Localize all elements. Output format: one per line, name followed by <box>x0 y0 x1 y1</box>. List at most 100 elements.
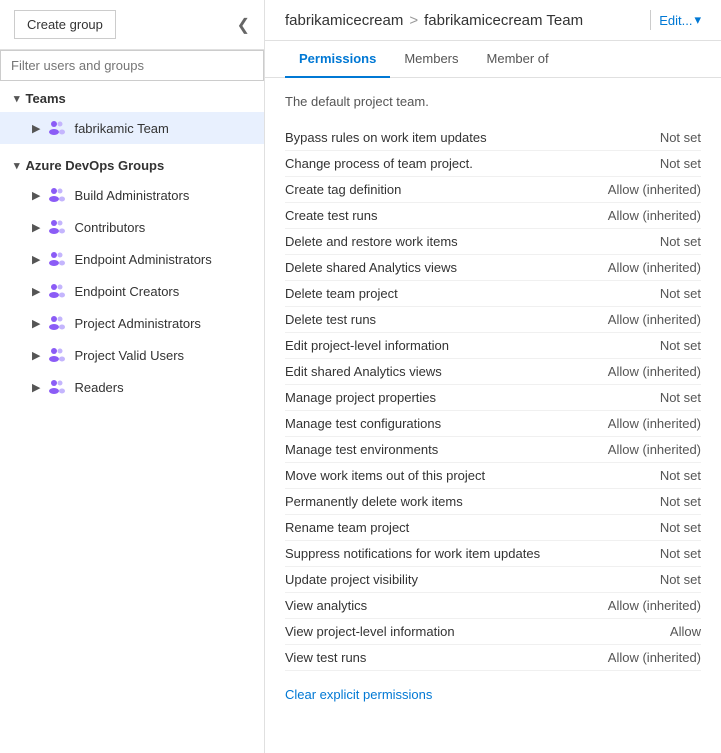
table-row: Permanently delete work items Not set <box>285 489 701 515</box>
sidebar-item-fabrikamic-team[interactable]: ▶ fabrikamic Team <box>0 112 264 144</box>
permission-value: Not set <box>571 468 701 483</box>
permission-value: Allow <box>571 624 701 639</box>
default-team-label: The default project team. <box>285 94 701 109</box>
edit-label: Edit... <box>659 13 692 28</box>
contributors-chevron-icon: ▶ <box>32 221 40 234</box>
main-content: fabrikamicecream > fabrikamicecream Team… <box>265 0 721 753</box>
permissions-table: Bypass rules on work item updates Not se… <box>285 125 701 671</box>
table-row: Move work items out of this project Not … <box>285 463 701 489</box>
permission-value: Not set <box>571 546 701 561</box>
project-valid-users-icon <box>46 345 66 365</box>
permission-value: Allow (inherited) <box>571 260 701 275</box>
permission-name: View analytics <box>285 598 571 613</box>
permission-name: Create test runs <box>285 208 571 223</box>
permission-value: Not set <box>571 390 701 405</box>
table-row: Change process of team project. Not set <box>285 151 701 177</box>
clear-permissions-link[interactable]: Clear explicit permissions <box>285 687 432 702</box>
endpoint-admins-chevron-icon: ▶ <box>32 253 40 266</box>
tab-members[interactable]: Members <box>390 41 472 78</box>
permission-value: Not set <box>571 130 701 145</box>
sidebar-item-project-administrators[interactable]: ▶ Project Administrators <box>0 307 264 339</box>
project-admins-chevron-icon: ▶ <box>32 317 40 330</box>
permission-value: Allow (inherited) <box>571 416 701 431</box>
breadcrumb-team: fabrikamicecream Team <box>424 12 583 29</box>
permission-name: View project-level information <box>285 624 571 639</box>
header-actions: Edit... ▾ <box>642 10 701 30</box>
table-row: Bypass rules on work item updates Not se… <box>285 125 701 151</box>
permission-value: Not set <box>571 156 701 171</box>
teams-section-header[interactable]: ▾ Teams <box>0 85 264 112</box>
sidebar: Create group ❮ ▾ Teams ▶ fabrikamic Team <box>0 0 265 753</box>
permission-name: Delete shared Analytics views <box>285 260 571 275</box>
contributors-label: Contributors <box>74 220 145 235</box>
permission-value: Not set <box>571 286 701 301</box>
permission-name: Edit shared Analytics views <box>285 364 571 379</box>
azure-devops-section-header[interactable]: ▾ Azure DevOps Groups <box>0 152 264 179</box>
sidebar-item-endpoint-administrators[interactable]: ▶ Endpoint Administrators <box>0 243 264 275</box>
project-admins-icon <box>46 313 66 333</box>
permissions-content: The default project team. Bypass rules o… <box>265 78 721 753</box>
build-admins-icon <box>46 185 66 205</box>
table-row: Manage project properties Not set <box>285 385 701 411</box>
permission-name: Manage project properties <box>285 390 571 405</box>
readers-icon <box>46 377 66 397</box>
table-row: Update project visibility Not set <box>285 567 701 593</box>
table-row: Edit shared Analytics views Allow (inher… <box>285 359 701 385</box>
permission-name: Bypass rules on work item updates <box>285 130 571 145</box>
filter-input[interactable] <box>0 50 264 81</box>
table-row: Create test runs Allow (inherited) <box>285 203 701 229</box>
project-admins-label: Project Administrators <box>74 316 200 331</box>
tabs-container: Permissions Members Member of <box>265 41 721 78</box>
permission-name: Delete test runs <box>285 312 571 327</box>
breadcrumb-org: fabrikamicecream <box>285 12 403 29</box>
permission-value: Allow (inherited) <box>571 208 701 223</box>
permission-value: Allow (inherited) <box>571 442 701 457</box>
tab-permissions[interactable]: Permissions <box>285 41 390 78</box>
permission-value: Not set <box>571 520 701 535</box>
permission-name: Rename team project <box>285 520 571 535</box>
permission-name: Manage test environments <box>285 442 571 457</box>
permission-value: Not set <box>571 234 701 249</box>
tab-member-of[interactable]: Member of <box>473 41 563 78</box>
project-valid-users-label: Project Valid Users <box>74 348 184 363</box>
teams-section-label: Teams <box>26 91 66 106</box>
sidebar-item-contributors[interactable]: ▶ Contributors <box>0 211 264 243</box>
project-valid-users-chevron-icon: ▶ <box>32 349 40 362</box>
permission-name: Update project visibility <box>285 572 571 587</box>
endpoint-creators-chevron-icon: ▶ <box>32 285 40 298</box>
permission-value: Allow (inherited) <box>571 364 701 379</box>
permission-name: View test runs <box>285 650 571 665</box>
teams-chevron-icon: ▾ <box>14 92 20 105</box>
table-row: Delete and restore work items Not set <box>285 229 701 255</box>
permission-name: Delete team project <box>285 286 571 301</box>
sidebar-item-endpoint-creators[interactable]: ▶ Endpoint Creators <box>0 275 264 307</box>
table-row: Delete team project Not set <box>285 281 701 307</box>
table-row: Suppress notifications for work item upd… <box>285 541 701 567</box>
build-admins-chevron-icon: ▶ <box>32 189 40 202</box>
permission-name: Create tag definition <box>285 182 571 197</box>
permission-value: Not set <box>571 338 701 353</box>
sidebar-item-readers[interactable]: ▶ Readers <box>0 371 264 403</box>
azure-devops-section-label: Azure DevOps Groups <box>26 158 165 173</box>
table-row: View analytics Allow (inherited) <box>285 593 701 619</box>
filter-container <box>0 50 264 81</box>
readers-chevron-icon: ▶ <box>32 381 40 394</box>
sidebar-item-project-valid-users[interactable]: ▶ Project Valid Users <box>0 339 264 371</box>
create-group-button[interactable]: Create group <box>14 10 116 39</box>
table-row: Rename team project Not set <box>285 515 701 541</box>
sidebar-header: Create group ❮ <box>0 0 264 50</box>
sidebar-item-build-administrators[interactable]: ▶ Build Administrators <box>0 179 264 211</box>
team-item-label: fabrikamic Team <box>74 121 168 136</box>
azure-section-chevron-icon: ▾ <box>14 159 20 172</box>
table-row: Create tag definition Allow (inherited) <box>285 177 701 203</box>
table-row: Manage test environments Allow (inherite… <box>285 437 701 463</box>
collapse-icon[interactable]: ❮ <box>233 11 254 39</box>
teams-section: ▾ Teams ▶ fabrikamic Team <box>0 81 264 148</box>
endpoint-admins-label: Endpoint Administrators <box>74 252 211 267</box>
main-header: fabrikamicecream > fabrikamicecream Team… <box>265 0 721 41</box>
table-row: Delete shared Analytics views Allow (inh… <box>285 255 701 281</box>
permission-value: Allow (inherited) <box>571 182 701 197</box>
edit-button[interactable]: Edit... ▾ <box>659 12 701 28</box>
breadcrumb: fabrikamicecream > fabrikamicecream Team <box>285 12 583 29</box>
readers-label: Readers <box>74 380 123 395</box>
